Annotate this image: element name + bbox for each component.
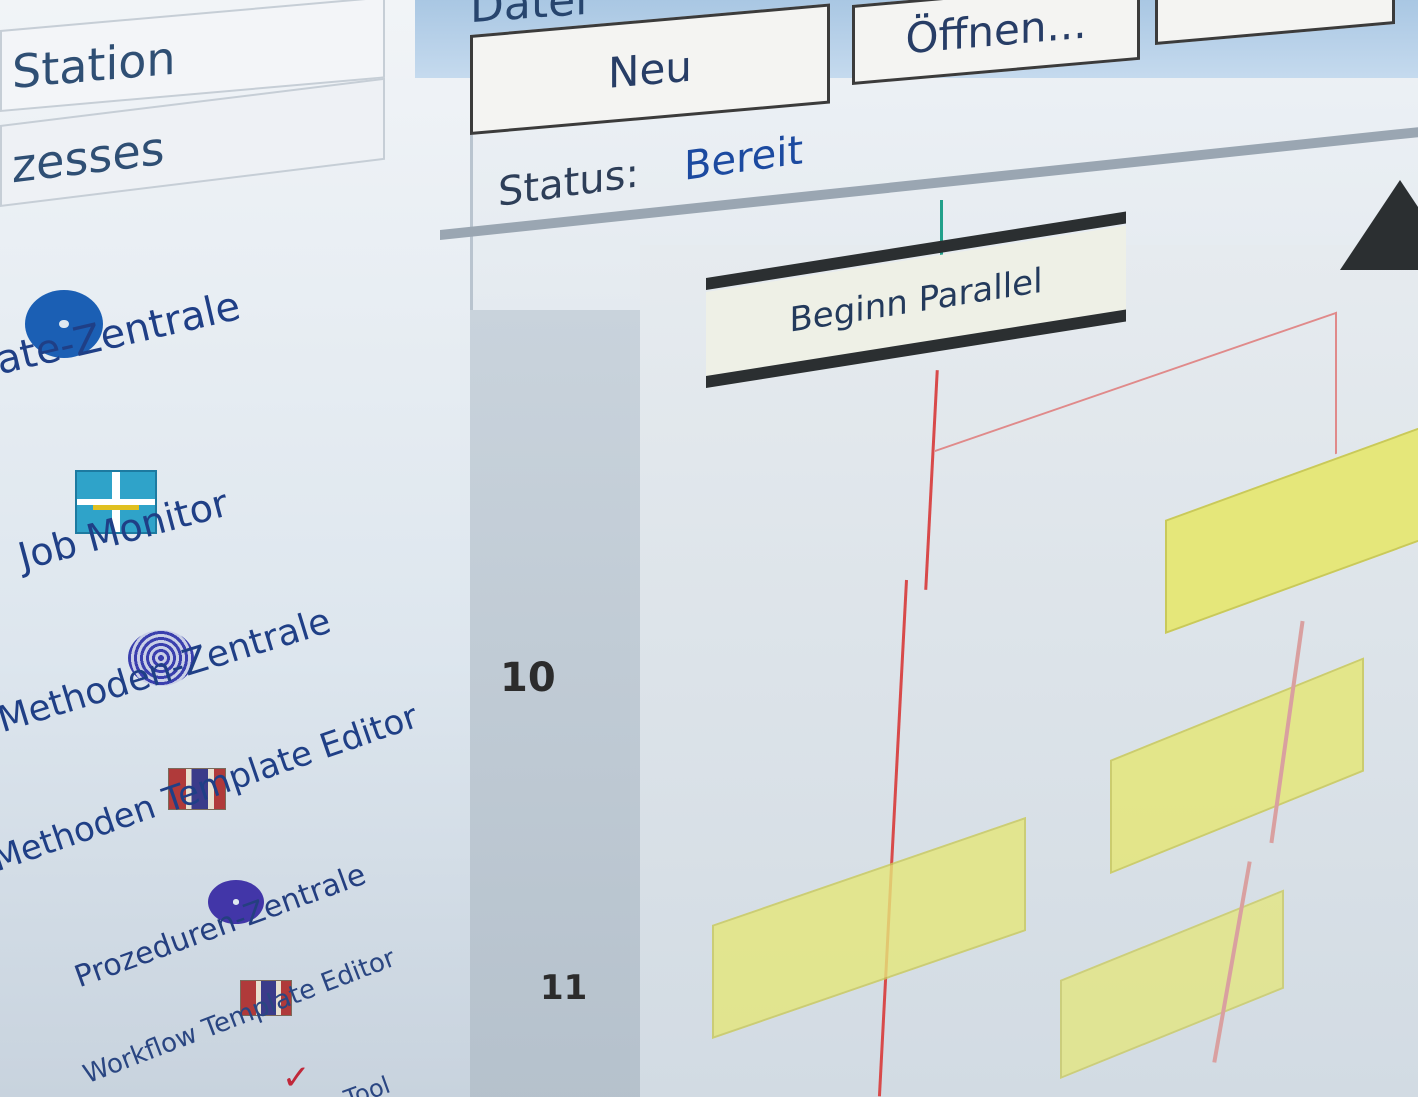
tools-sidebar: Station zesses ate-Zentrale Job Monitor … [0,0,473,1097]
sidebar-item-methoden-zentrale[interactable]: Methoden-Zentrale [0,601,336,741]
station-label: Station [12,30,176,99]
sidebar-item-methoden-template-editor[interactable]: Methoden Template Editor [0,697,423,880]
sidebar-item-label: Methoden Template Editor [0,696,424,880]
screenshot-frame: Station zesses ate-Zentrale Job Monitor … [0,0,1418,1097]
open-button-label: Öffnen... [905,0,1087,64]
tool-icon[interactable]: ✓ [282,1058,311,1097]
sidebar-item-label: Methoden-Zentrale [0,600,336,741]
end-triangle-icon[interactable] [1340,180,1418,270]
status-label: Status: [498,150,639,216]
row-number-11: 11 [540,968,588,1008]
row-number-10: 10 [500,655,556,701]
status-value: Bereit [684,127,804,190]
processes-label: zesses [12,120,165,194]
sidebar-item-label: Tool [340,1070,394,1097]
new-button-label: Neu [608,41,692,98]
sidebar-item-tool[interactable]: Tool [340,1071,393,1097]
